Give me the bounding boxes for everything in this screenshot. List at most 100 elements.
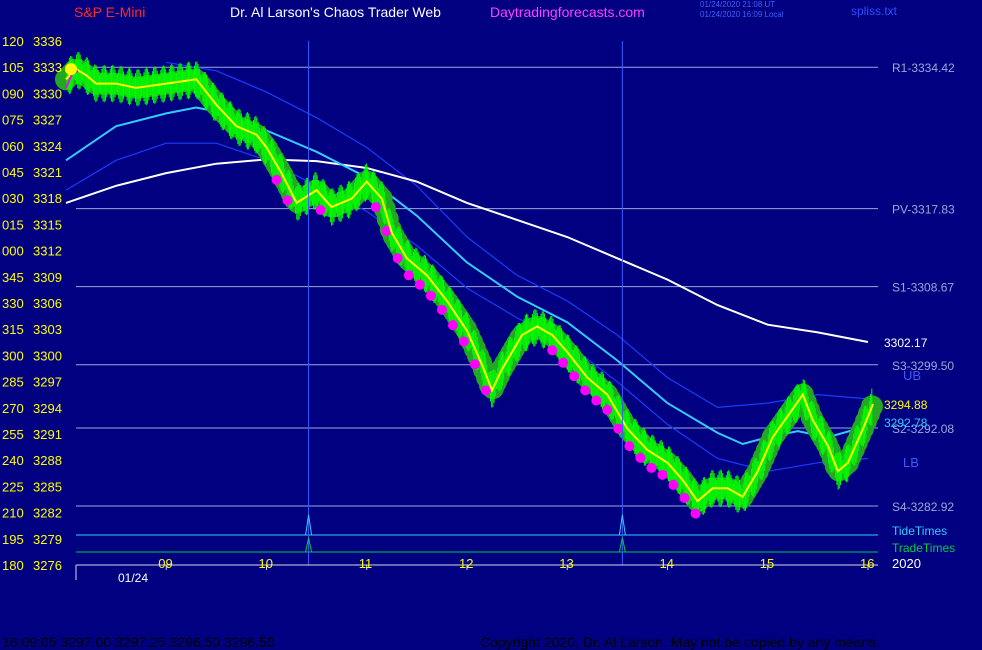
y-tick-angle: 015 — [2, 217, 24, 232]
y-tick-angle: 300 — [2, 348, 24, 363]
signal-dot — [414, 279, 425, 290]
y-tick-price: 3276 — [33, 558, 62, 573]
y-tick-angle: 090 — [2, 86, 24, 101]
tide-label: TideTimes — [892, 524, 947, 538]
y-tick-price: 3336 — [33, 34, 62, 49]
x-tick-label: 10 — [258, 556, 272, 571]
y-tick-angle: 120 — [2, 34, 24, 49]
y-tick-price: 3315 — [33, 217, 62, 232]
x-tick-label: 14 — [659, 556, 673, 571]
y-tick-angle: 195 — [2, 532, 24, 547]
x-tick-label: 15 — [760, 556, 774, 571]
utc-timestamp: 01/24/2020 21:08 UT — [700, 0, 776, 9]
signal-dot — [569, 371, 580, 382]
copyright-notice: Copyright 2020, Dr. Al Larson. May not b… — [480, 634, 881, 650]
y-tick-angle: 075 — [2, 113, 24, 128]
level-label: S4-3282.92 — [892, 500, 954, 514]
y-tick-price: 3306 — [33, 296, 62, 311]
value-label: 3292.78 — [884, 416, 928, 430]
y-tick-price: 3303 — [33, 322, 62, 337]
signal-dot — [271, 174, 282, 185]
y-tick-price: 3318 — [33, 191, 62, 206]
price-start-marker — [64, 63, 77, 76]
y-tick-angle: 030 — [2, 191, 24, 206]
chart-plot: R1-3334.42 PV-3317.83 S1-3308.67 S3-3299.50… — [0, 0, 982, 650]
signal-dot — [436, 304, 447, 315]
value-label: 3302.17 — [884, 336, 928, 350]
x-tick-label: 09 — [158, 556, 172, 571]
level-label: S3-3299.50 — [892, 359, 954, 373]
y-tick-price: 3327 — [33, 113, 62, 128]
x-tick-label: 12 — [459, 556, 473, 571]
y-tick-price: 3294 — [33, 401, 62, 416]
y-tick-angle: 105 — [2, 60, 24, 75]
y-tick-price: 3288 — [33, 453, 62, 468]
signal-dot — [547, 345, 558, 356]
signal-dot — [690, 508, 701, 519]
y-tick-angle: 315 — [2, 322, 24, 337]
symbol-label: S&P E-Mini — [74, 4, 146, 20]
y-tick-angle: 180 — [2, 558, 24, 573]
signal-dot — [315, 204, 326, 215]
signal-dot — [657, 469, 668, 480]
value-label: 3294.88 — [884, 398, 928, 412]
level-label: PV-3317.83 — [892, 203, 955, 217]
level-label: R1-3334.42 — [892, 61, 955, 75]
y-tick-price: 3324 — [33, 139, 62, 154]
signal-dot — [624, 441, 635, 452]
y-tick-price: 3312 — [33, 244, 62, 259]
y-tick-angle: 000 — [2, 244, 24, 259]
signal-dot — [558, 357, 569, 368]
year-label: 2020 — [892, 556, 921, 571]
x-tick-label: 13 — [559, 556, 573, 571]
y-tick-angle: 285 — [2, 375, 24, 390]
chart-title: Dr. Al Larson's Chaos Trader Web — [230, 4, 441, 20]
x-tick-label: 11 — [359, 556, 373, 571]
signal-dot — [602, 404, 613, 415]
signal-dot — [679, 492, 690, 503]
signal-dot — [425, 290, 436, 301]
y-tick-price: 3297 — [33, 375, 62, 390]
signal-dot — [447, 320, 458, 331]
signal-dot — [481, 385, 492, 396]
signal-dot — [580, 385, 591, 396]
data-filename: spliss.txt — [851, 4, 898, 18]
local-timestamp: 01/24/2020 16:09 Local — [700, 10, 784, 19]
signal-dot — [668, 479, 679, 490]
trade-label: TradeTimes — [892, 541, 955, 555]
signal-dot — [591, 395, 602, 406]
y-tick-angle: 345 — [2, 270, 24, 285]
level-label: S1-3308.67 — [892, 281, 954, 295]
y-tick-angle: 330 — [2, 296, 24, 311]
signal-dot — [458, 336, 469, 347]
y-tick-price: 3291 — [33, 427, 62, 442]
signal-dot — [613, 423, 624, 434]
y-tick-angle: 270 — [2, 401, 24, 416]
signal-dot — [403, 270, 414, 281]
signal-dot — [635, 452, 646, 463]
y-tick-angle: 045 — [2, 165, 24, 180]
signal-dot — [392, 253, 403, 264]
site-link[interactable]: Daytradingforecasts.com — [490, 4, 645, 20]
y-tick-price: 3309 — [33, 270, 62, 285]
y-tick-price: 3282 — [33, 506, 62, 521]
upper-band-label: UB — [903, 368, 921, 383]
y-tick-angle: 060 — [2, 139, 24, 154]
last-quote: 16:09:05 3297.00 3297.25 3296.50 3296.50 — [2, 634, 275, 650]
signal-dot — [370, 202, 381, 213]
y-tick-angle: 255 — [2, 427, 24, 442]
y-tick-price: 3285 — [33, 479, 62, 494]
lower-band-label: LB — [903, 455, 919, 470]
signal-dot — [282, 195, 293, 206]
y-tick-price: 3321 — [33, 165, 62, 180]
y-tick-price: 3333 — [33, 60, 62, 75]
y-tick-price: 3300 — [33, 348, 62, 363]
y-tick-angle: 225 — [2, 479, 24, 494]
signal-dot — [469, 359, 480, 370]
y-tick-angle: 210 — [2, 506, 24, 521]
y-tick-angle: 240 — [2, 453, 24, 468]
y-tick-price: 3279 — [33, 532, 62, 547]
date-label: 01/24 — [118, 571, 148, 585]
y-tick-price: 3330 — [33, 86, 62, 101]
x-tick-label: 16 — [860, 556, 874, 571]
